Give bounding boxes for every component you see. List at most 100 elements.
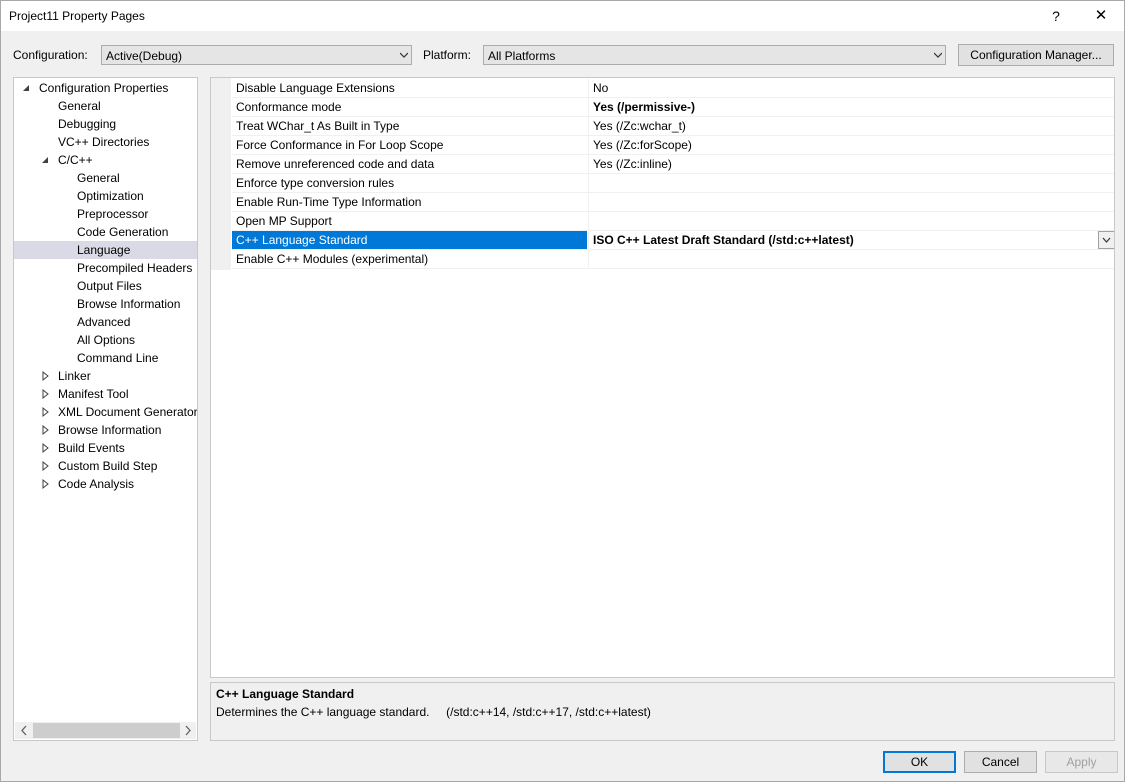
platform-value: All Platforms [488,49,556,63]
configuration-label: Configuration: [13,48,88,62]
tree-item-label: Code Generation [77,225,169,239]
collapsed-triangle-icon[interactable] [41,367,51,385]
tree-item[interactable]: Language [14,241,197,259]
tree-item-label: Browse Information [77,297,181,311]
property-row[interactable]: Enable C++ Modules (experimental) [232,250,1114,269]
chevron-down-icon [934,52,942,58]
scrollbar-thumb[interactable] [33,723,180,738]
expanded-triangle-icon[interactable] [41,151,51,169]
tree-item[interactable]: XML Document Generator [14,403,197,421]
scroll-right-icon[interactable] [182,724,194,737]
property-row[interactable]: Disable Language Extensions No [232,79,1114,98]
collapsed-triangle-icon[interactable] [41,457,51,475]
property-row[interactable]: C++ Language Standard ISO C++ Latest Draf… [232,231,1114,250]
property-value [588,193,1114,211]
tree-item[interactable]: Linker [14,367,197,385]
tree-item[interactable]: Browse Information [14,295,197,313]
property-row[interactable]: Force Conformance in For Loop Scope Yes (… [232,136,1114,155]
tree-item-label: Advanced [77,315,131,329]
property-value-text: Yes (/Zc:wchar_t) [593,119,686,133]
cancel-button[interactable]: Cancel [964,751,1037,773]
property-value: Yes (/Zc:forScope) [588,136,1114,154]
property-row[interactable]: Open MP Support [232,212,1114,231]
description-text: Determines the C++ language standard. (/… [216,705,651,719]
property-value-text: No [593,81,609,95]
tree-item[interactable]: Build Events [14,439,197,457]
collapsed-triangle-icon[interactable] [41,421,51,439]
tree-item[interactable]: Output Files [14,277,197,295]
property-name: Conformance mode [236,100,342,114]
property-name: Enable C++ Modules (experimental) [236,252,429,266]
configuration-manager-button[interactable]: Configuration Manager... [958,44,1114,66]
tree-horizontal-scrollbar[interactable] [15,722,196,739]
property-name: C++ Language Standard [232,231,587,249]
apply-button[interactable]: Apply [1045,751,1118,773]
tree-item-label: Command Line [77,351,159,365]
description-title: C++ Language Standard [216,687,355,701]
tree-item-label: General [77,171,120,185]
tree-item[interactable]: Preprocessor [14,205,197,223]
category-tree[interactable]: Configuration Properties General Debugging… [13,77,198,741]
tree-item[interactable]: All Options [14,331,197,349]
property-name: Enable Run-Time Type Information [236,195,422,209]
property-value [588,174,1114,192]
property-name: Remove unreferenced code and data [236,157,435,171]
value-dropdown-button[interactable] [1098,231,1114,249]
tree-item[interactable]: Debugging [14,115,197,133]
tree-item[interactable]: General [14,97,197,115]
property-value [588,250,1114,268]
collapsed-triangle-icon[interactable] [41,475,51,493]
property-row[interactable]: Conformance mode Yes (/permissive-) [232,98,1114,117]
property-name: Enforce type conversion rules [236,176,395,190]
scroll-left-icon[interactable] [18,724,30,737]
configuration-dropdown[interactable]: Active(Debug) [101,45,412,65]
property-value: No [588,79,1114,97]
tree-item-label: VC++ Directories [58,135,150,149]
tree-item-label: Build Events [58,441,125,455]
tree-item-label: XML Document Generator [58,405,198,419]
tree-item-label: General [58,99,101,113]
property-row[interactable]: Treat WChar_t As Built in Type Yes (/Zc:w… [232,117,1114,136]
property-value[interactable]: ISO C++ Latest Draft Standard (/std:c++l… [588,231,1114,249]
tree-item[interactable]: Code Analysis [14,475,197,493]
tree-item-label: Optimization [77,189,144,203]
tree-item[interactable]: Advanced [14,313,197,331]
tree-item[interactable]: Browse Information [14,421,197,439]
description-panel: C++ Language Standard Determines the C++… [210,682,1115,741]
tree-item[interactable]: Precompiled Headers [14,259,197,277]
tree-item[interactable]: Command Line [14,349,197,367]
property-name: Open MP Support [236,214,332,228]
tree-item[interactable]: Code Generation [14,223,197,241]
property-row[interactable]: Remove unreferenced code and data Yes (/Z… [232,155,1114,174]
tree-item[interactable]: Custom Build Step [14,457,197,475]
property-value: Yes (/Zc:inline) [588,155,1114,173]
collapsed-triangle-icon[interactable] [41,385,51,403]
collapsed-triangle-icon[interactable] [41,403,51,421]
tree-item-label: Manifest Tool [58,387,129,401]
tree-item[interactable]: Manifest Tool [14,385,197,403]
tree-item[interactable]: Configuration Properties [14,79,197,97]
tree-item-label: Custom Build Step [58,459,158,473]
tree-item-label: C/C++ [58,153,93,167]
configuration-value: Active(Debug) [106,49,183,63]
tree-item-label: Output Files [77,279,142,293]
property-value-text: ISO C++ Latest Draft Standard (/std:c++l… [593,233,854,247]
tree-item-label: Preprocessor [77,207,149,221]
tree-item[interactable]: VC++ Directories [14,133,197,151]
platform-dropdown[interactable]: All Platforms [483,45,946,65]
tree-item[interactable]: General [14,169,197,187]
property-row[interactable]: Enable Run-Time Type Information [232,193,1114,212]
tree-item-label: Language [77,243,131,257]
tree-item-label: Debugging [58,117,117,131]
tree-item[interactable]: Optimization [14,187,197,205]
tree-item-label: Configuration Properties [39,81,169,95]
property-grid[interactable]: Disable Language Extensions No Conformance… [210,77,1115,678]
close-button[interactable]: ✕ [1078,1,1124,31]
ok-button[interactable]: OK [883,751,956,773]
help-button[interactable]: ? [1033,1,1079,31]
expanded-triangle-icon[interactable] [22,79,32,97]
property-row[interactable]: Enforce type conversion rules [232,174,1114,193]
tree-item[interactable]: C/C++ [14,151,197,169]
collapsed-triangle-icon[interactable] [41,439,51,457]
tree-item-label: Code Analysis [58,477,135,491]
